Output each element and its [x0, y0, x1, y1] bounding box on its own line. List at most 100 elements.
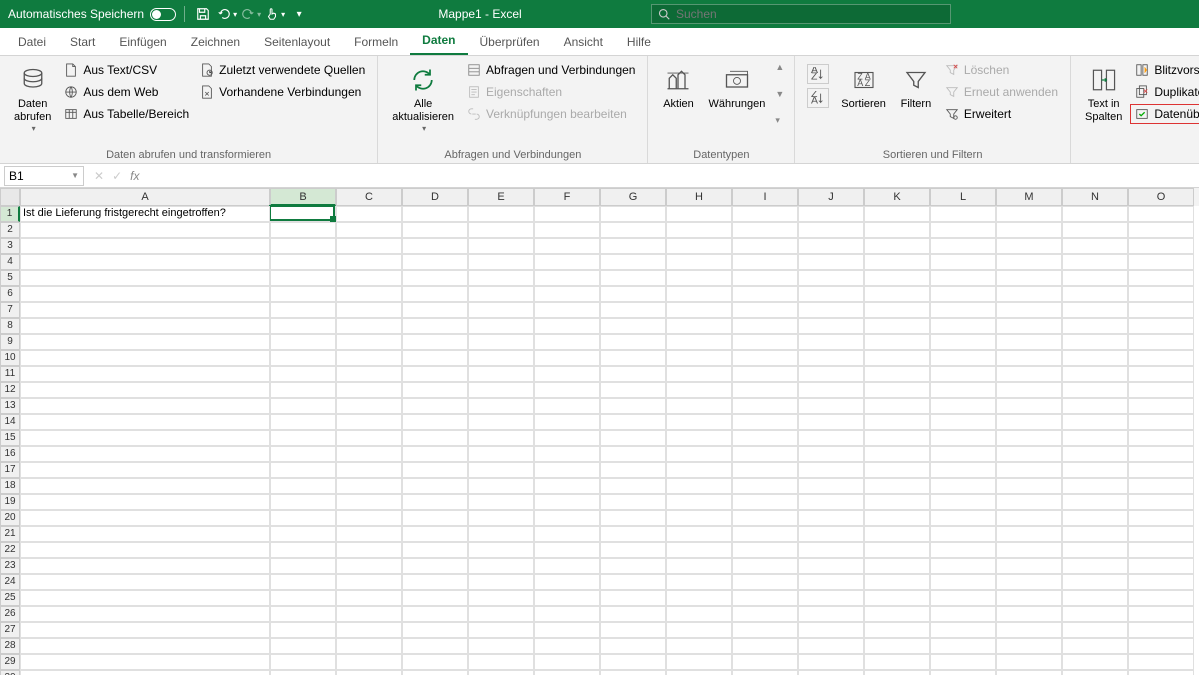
- cell[interactable]: [732, 222, 798, 238]
- filter-button[interactable]: Filtern: [894, 60, 938, 115]
- cell[interactable]: [732, 574, 798, 590]
- cell[interactable]: [402, 302, 468, 318]
- col-header[interactable]: O: [1128, 188, 1194, 206]
- cell[interactable]: [600, 222, 666, 238]
- tab-einfügen[interactable]: Einfügen: [107, 29, 178, 55]
- col-header[interactable]: G: [600, 188, 666, 206]
- cell[interactable]: [468, 238, 534, 254]
- cell[interactable]: [798, 334, 864, 350]
- cell[interactable]: [864, 510, 930, 526]
- cell[interactable]: [732, 510, 798, 526]
- cell[interactable]: [930, 526, 996, 542]
- cell[interactable]: [468, 542, 534, 558]
- cell[interactable]: [336, 574, 402, 590]
- cell[interactable]: [1062, 494, 1128, 510]
- tab-seitenlayout[interactable]: Seitenlayout: [252, 29, 342, 55]
- row-header[interactable]: 1: [0, 206, 20, 222]
- cell[interactable]: [1128, 654, 1194, 670]
- datatype-down-icon[interactable]: ▼: [775, 89, 784, 99]
- cell[interactable]: [534, 670, 600, 675]
- row-header[interactable]: 9: [0, 334, 20, 350]
- cell[interactable]: [798, 286, 864, 302]
- cell[interactable]: [930, 398, 996, 414]
- cell[interactable]: [1062, 558, 1128, 574]
- cell[interactable]: [666, 302, 732, 318]
- cell[interactable]: [468, 430, 534, 446]
- cell[interactable]: [666, 350, 732, 366]
- col-header[interactable]: M: [996, 188, 1062, 206]
- cell[interactable]: [1128, 222, 1194, 238]
- cell[interactable]: [402, 222, 468, 238]
- cell[interactable]: [798, 254, 864, 270]
- cell[interactable]: [732, 558, 798, 574]
- cell[interactable]: [1128, 558, 1194, 574]
- cell[interactable]: [270, 670, 336, 675]
- cell[interactable]: [798, 478, 864, 494]
- cell[interactable]: [666, 558, 732, 574]
- cell[interactable]: [798, 622, 864, 638]
- cell[interactable]: [864, 398, 930, 414]
- cell[interactable]: [1128, 206, 1194, 222]
- cell[interactable]: [402, 574, 468, 590]
- cell[interactable]: [798, 494, 864, 510]
- cell[interactable]: [996, 494, 1062, 510]
- cell[interactable]: [468, 622, 534, 638]
- row-header[interactable]: 3: [0, 238, 20, 254]
- cell[interactable]: [402, 366, 468, 382]
- cell[interactable]: [864, 462, 930, 478]
- cell[interactable]: [600, 334, 666, 350]
- cell[interactable]: [270, 542, 336, 558]
- cell[interactable]: [534, 414, 600, 430]
- cell[interactable]: [336, 302, 402, 318]
- cell[interactable]: [402, 558, 468, 574]
- cell[interactable]: [468, 286, 534, 302]
- cell[interactable]: [1128, 670, 1194, 675]
- cell[interactable]: [798, 574, 864, 590]
- cell[interactable]: [996, 318, 1062, 334]
- row-header[interactable]: 25: [0, 590, 20, 606]
- cell[interactable]: [864, 350, 930, 366]
- refresh-all-button[interactable]: Alle aktualisieren▾: [386, 60, 460, 137]
- cell[interactable]: [534, 430, 600, 446]
- advanced-filter-button[interactable]: Erweitert: [940, 104, 1062, 124]
- cell[interactable]: [930, 638, 996, 654]
- cell[interactable]: [666, 542, 732, 558]
- cell[interactable]: [402, 334, 468, 350]
- cell[interactable]: [732, 334, 798, 350]
- stocks-button[interactable]: Aktien: [656, 60, 700, 115]
- cell[interactable]: [930, 446, 996, 462]
- cell[interactable]: [996, 526, 1062, 542]
- cell[interactable]: [20, 574, 270, 590]
- row-header[interactable]: 8: [0, 318, 20, 334]
- cell[interactable]: [600, 398, 666, 414]
- cell[interactable]: [270, 254, 336, 270]
- cell[interactable]: [732, 622, 798, 638]
- cell[interactable]: [468, 510, 534, 526]
- cell[interactable]: [732, 350, 798, 366]
- enter-icon[interactable]: ✓: [112, 169, 122, 183]
- cell[interactable]: [930, 238, 996, 254]
- cell[interactable]: [666, 494, 732, 510]
- cell[interactable]: [468, 558, 534, 574]
- cell[interactable]: [336, 526, 402, 542]
- cell[interactable]: [534, 238, 600, 254]
- cell[interactable]: [1062, 398, 1128, 414]
- cell[interactable]: [666, 638, 732, 654]
- cell[interactable]: [270, 398, 336, 414]
- cell[interactable]: [1062, 318, 1128, 334]
- cell[interactable]: [534, 206, 600, 222]
- cell[interactable]: [20, 558, 270, 574]
- row-header[interactable]: 14: [0, 414, 20, 430]
- col-header[interactable]: H: [666, 188, 732, 206]
- cell[interactable]: [534, 462, 600, 478]
- search-box[interactable]: [651, 4, 951, 24]
- cell[interactable]: [402, 414, 468, 430]
- cell[interactable]: [600, 366, 666, 382]
- cell[interactable]: [864, 414, 930, 430]
- cell[interactable]: [996, 350, 1062, 366]
- tab-datei[interactable]: Datei: [6, 29, 58, 55]
- cell[interactable]: [468, 590, 534, 606]
- cell[interactable]: [1128, 302, 1194, 318]
- row-header[interactable]: 20: [0, 510, 20, 526]
- tab-daten[interactable]: Daten: [410, 27, 467, 55]
